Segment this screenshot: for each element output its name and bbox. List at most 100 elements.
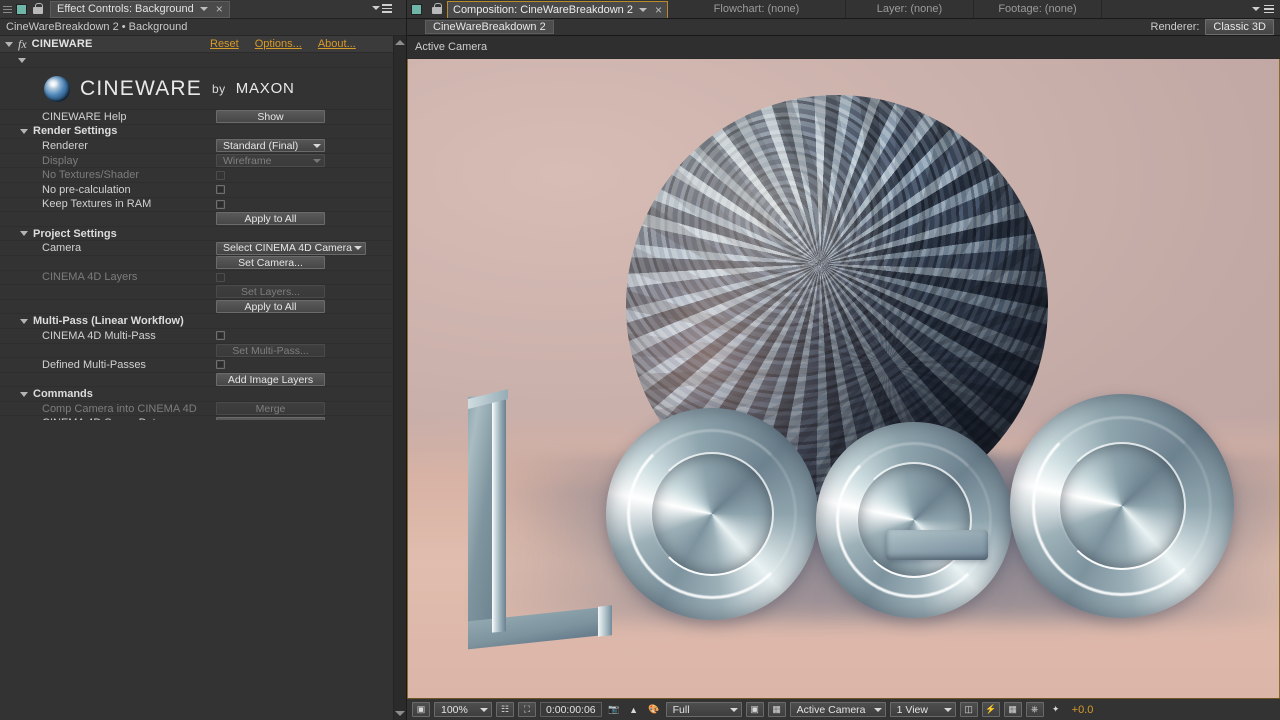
no-pre-calculation-checkbox[interactable]	[216, 185, 225, 195]
comp-flowchart-icon[interactable]: ⎈	[1025, 702, 1044, 717]
close-icon[interactable]: ×	[216, 3, 223, 15]
about-link[interactable]: About...	[318, 38, 356, 50]
viewer-bottom-toolbar: ▣ 100% ☷ ⛶ 0:00:00:06 📷 ▲ 🎨 Full ▣ ▦ Act…	[407, 698, 1280, 720]
no-textures-shader-checkbox[interactable]	[216, 170, 225, 180]
disclosure-triangle-icon[interactable]	[20, 391, 28, 397]
chevron-down-icon[interactable]	[199, 7, 208, 11]
comp-color-swatch[interactable]	[411, 3, 422, 15]
disclosure-triangle-icon[interactable]	[18, 57, 26, 63]
camera-select[interactable]: Active Camera	[789, 702, 886, 717]
tab-composition[interactable]: Composition: CineWareBreakdown 2 ×	[447, 1, 668, 18]
comp-name-tab[interactable]: CineWareBreakdown 2	[425, 20, 554, 34]
property-row-no-textures-shader: No Textures/Shader	[0, 168, 406, 183]
region-of-interest-toggle-icon[interactable]: ▣	[745, 702, 764, 717]
apply-to-all-button[interactable]: Apply to All	[216, 300, 325, 314]
apply-to-all-button[interactable]: Apply to All	[216, 212, 325, 226]
region-of-interest-icon[interactable]: ⛶	[518, 702, 536, 717]
group-label[interactable]: Multi-Pass (Linear Workflow)	[0, 315, 216, 327]
property-label: Camera	[42, 242, 82, 255]
show-snapshot-icon[interactable]: ▲	[626, 702, 642, 717]
camera-select-value: Active Camera	[796, 703, 866, 716]
resolution-select[interactable]: Full	[665, 702, 742, 717]
display-select[interactable]: Wireframe	[216, 154, 325, 168]
pixel-aspect-correction-icon[interactable]: ◫	[959, 702, 978, 717]
viewer-panel-menu-button[interactable]	[1252, 0, 1280, 18]
disclosure-triangle-icon[interactable]	[20, 128, 28, 134]
scroll-up-arrow-icon[interactable]	[395, 40, 405, 45]
tab-flowchart[interactable]: Flowchart: (none)	[668, 0, 846, 18]
scroll-down-arrow-icon[interactable]	[395, 711, 405, 716]
renderer-label: Renderer:	[1150, 21, 1200, 33]
property-control: Add Image Layers	[216, 372, 406, 386]
show-channel-icon[interactable]: 🎨	[646, 702, 662, 717]
renderer-control: Renderer: Classic 3D	[1150, 19, 1274, 35]
effect-controls-scrollbar[interactable]	[393, 36, 406, 720]
layer-color-swatch[interactable]	[16, 3, 27, 15]
toggle-transparency-grid-icon[interactable]: ▦	[767, 702, 786, 717]
chevron-down-icon	[313, 143, 321, 148]
effect-header-cineware[interactable]: fx CINEWARE Reset Options... About...	[0, 36, 406, 53]
panel-grip-icon[interactable]	[3, 3, 12, 15]
exposure-value[interactable]: +0.0	[1072, 704, 1094, 716]
tab-effect-controls[interactable]: Effect Controls: Background ×	[50, 0, 230, 18]
property-control: Show	[216, 110, 406, 124]
options-link[interactable]: Options...	[255, 38, 302, 50]
property-control: Merge	[216, 402, 406, 416]
reset-link[interactable]: Reset	[210, 38, 239, 50]
panel-menu-button[interactable]	[372, 4, 392, 13]
property-row-add-image-layers: Add Image Layers	[0, 372, 406, 388]
grid-and-guides-icon[interactable]: ☷	[496, 702, 514, 717]
effect-subtree-toggle[interactable]	[0, 53, 406, 68]
letter-g-inner-gloss	[856, 462, 972, 578]
camera-select[interactable]: Select CINEMA 4D Camera	[216, 241, 366, 255]
property-rows: CINEWARE Help Show Render Settings Renderer…	[0, 110, 406, 432]
comp-camera-into-cinema-4d-button[interactable]: Merge	[216, 402, 325, 416]
group-label-text: Render Settings	[33, 125, 118, 138]
set-camera-button[interactable]: Set Camera...	[216, 256, 325, 270]
group-label[interactable]: Project Settings	[0, 228, 216, 240]
letter-l-side	[492, 393, 506, 633]
property-control: Apply to All	[216, 212, 406, 226]
property-control: Wireframe	[216, 154, 406, 168]
set-layers-button[interactable]: Set Layers...	[216, 285, 325, 299]
renderer-button[interactable]: Classic 3D	[1205, 19, 1274, 35]
group-label-text: Commands	[33, 388, 93, 401]
group-label-text: Project Settings	[33, 227, 117, 240]
defined-multi-passes-checkbox[interactable]	[216, 360, 225, 370]
renderer-select[interactable]: Standard (Final)	[216, 139, 325, 153]
disclosure-triangle-icon[interactable]	[20, 318, 28, 324]
disclosure-triangle-icon[interactable]	[5, 41, 13, 47]
always-preview-this-view-icon[interactable]: ▣	[412, 702, 430, 717]
property-control	[216, 170, 406, 180]
set-multi-pass-button[interactable]: Set Multi-Pass...	[216, 343, 325, 357]
add-image-layers-button[interactable]: Add Image Layers	[216, 372, 325, 386]
lock-icon[interactable]	[32, 2, 44, 16]
disclosure-triangle-icon[interactable]	[20, 231, 28, 237]
property-row-renderer: Renderer Standard (Final)	[0, 139, 406, 154]
timecode-field[interactable]: 0:00:00:06	[540, 702, 602, 717]
view-layout-value: 1 View	[896, 703, 928, 716]
tab-effect-controls-label: Effect Controls: Background	[57, 3, 194, 15]
cinema-4d-multi-pass-checkbox[interactable]	[216, 331, 225, 341]
close-icon[interactable]: ×	[655, 4, 662, 16]
chevron-down-icon	[313, 158, 321, 163]
keep-textures-in-ram-checkbox[interactable]	[216, 199, 225, 209]
tab-footage[interactable]: Footage: (none)	[974, 0, 1102, 18]
group-label[interactable]: Render Settings	[0, 125, 216, 137]
view-layout-select[interactable]: 1 View	[889, 702, 956, 717]
property-row-set-camera: Set Camera...	[0, 256, 406, 271]
lock-icon[interactable]	[431, 2, 443, 16]
fast-previews-icon[interactable]: ⚡	[981, 702, 1000, 717]
composition-viewport[interactable]	[407, 59, 1280, 698]
cineware-help-button[interactable]: Show	[216, 110, 325, 124]
timeline-icon[interactable]: ▦	[1003, 702, 1022, 717]
cinema-4d-layers-checkbox[interactable]	[216, 272, 225, 282]
property-row-cinema-4d-multi-pass: CINEMA 4D Multi-Pass	[0, 329, 406, 344]
take-snapshot-icon[interactable]: 📷	[606, 702, 622, 717]
group-label-text: Multi-Pass (Linear Workflow)	[33, 315, 184, 328]
zoom-level-select[interactable]: 100%	[434, 702, 492, 717]
exposure-icon[interactable]: ✦	[1048, 702, 1064, 717]
chevron-down-icon[interactable]	[638, 8, 647, 12]
group-label[interactable]: Commands	[0, 388, 216, 400]
tab-layer[interactable]: Layer: (none)	[846, 0, 974, 18]
